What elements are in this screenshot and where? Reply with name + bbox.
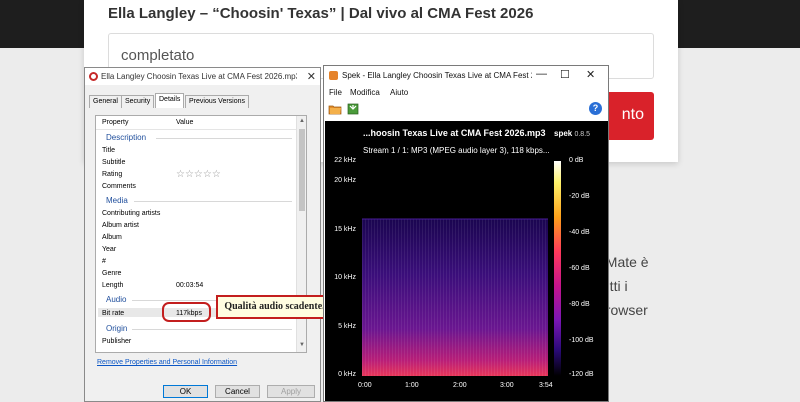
save-image-icon[interactable] xyxy=(346,102,360,116)
close-icon[interactable]: ✕ xyxy=(307,70,316,83)
db-label-60: -60 dB xyxy=(569,265,590,272)
x-label-2-00: 2:00 xyxy=(453,382,467,389)
row-year[interactable]: Year xyxy=(102,246,116,253)
help-icon[interactable]: ? xyxy=(589,102,602,115)
column-property[interactable]: Property xyxy=(102,119,128,126)
section-divider xyxy=(132,329,292,330)
bitrate-highlight-circle xyxy=(162,302,211,322)
length-value: 00:03:54 xyxy=(176,282,204,289)
section-description: Description xyxy=(106,133,147,142)
x-label-0-00: 0:00 xyxy=(358,382,372,389)
spek-title: Spek - Ella Langley Choosin Texas Live a… xyxy=(342,71,532,80)
scrollbar-thumb[interactable] xyxy=(299,129,305,211)
row-contributing-artists[interactable]: Contributing artists xyxy=(102,210,160,217)
properties-title: Ella Langley Choosin Texas Live at CMA F… xyxy=(101,72,297,81)
y-label-0khz: 0 kHz xyxy=(338,371,356,378)
db-color-scale xyxy=(554,161,561,376)
row-comments[interactable]: Comments xyxy=(102,183,136,190)
spek-menubar: File Modifica Aiuto xyxy=(324,85,608,99)
list-header: Property Value xyxy=(96,116,296,130)
spectrogram-filename: ...hoosin Texas Live at CMA Fest 2026.mp… xyxy=(363,128,546,138)
remove-properties-link[interactable]: Remove Properties and Personal Informati… xyxy=(97,359,237,366)
status-text: completato xyxy=(121,47,195,64)
y-label-22khz: 22 kHz xyxy=(334,157,356,164)
x-label-3-54: 3:54 xyxy=(539,382,553,389)
scroll-up-icon[interactable]: ▲ xyxy=(299,118,305,124)
poor-quality-callout: Qualità audio scadente. xyxy=(216,295,333,319)
x-label-1-00: 1:00 xyxy=(405,382,419,389)
db-label-20: -20 dB xyxy=(569,193,590,200)
db-label-120: -120 dB xyxy=(569,371,594,378)
open-folder-icon[interactable] xyxy=(328,102,342,116)
x-label-3-00: 3:00 xyxy=(500,382,514,389)
column-value[interactable]: Value xyxy=(176,119,193,126)
spek-brand-name: spek xyxy=(554,129,573,138)
y-label-10khz: 10 kHz xyxy=(334,274,356,281)
row-rating[interactable]: Rating xyxy=(102,171,122,178)
scroll-down-icon[interactable]: ▼ xyxy=(299,342,305,348)
spek-window: Spek - Ella Langley Choosin Texas Live a… xyxy=(323,65,609,402)
row-length[interactable]: Length xyxy=(102,282,123,289)
row-bit-rate[interactable]: Bit rate xyxy=(102,310,124,317)
stream-info: Stream 1 / 1: MP3 (MPEG audio layer 3), … xyxy=(363,146,550,155)
spek-app-icon xyxy=(329,71,338,80)
apply-button[interactable]: Apply xyxy=(267,385,315,398)
tab-security[interactable]: Security xyxy=(121,95,155,108)
row-album[interactable]: Album xyxy=(102,234,122,241)
menu-aiuto[interactable]: Aiuto xyxy=(390,88,408,97)
section-divider xyxy=(156,138,292,139)
close-icon[interactable]: ✕ xyxy=(586,68,595,81)
menu-file[interactable]: File xyxy=(329,88,342,97)
row-genre[interactable]: Genre xyxy=(102,270,121,277)
maximize-icon[interactable]: ☐ xyxy=(560,68,570,81)
row-subtitle[interactable]: Subtitle xyxy=(102,159,125,166)
row-track-number[interactable]: # xyxy=(102,258,106,265)
ok-button[interactable]: OK xyxy=(163,385,208,398)
tab-general[interactable]: General xyxy=(89,95,122,108)
media-file-icon xyxy=(89,72,98,81)
cancel-button[interactable]: Cancel xyxy=(215,385,260,398)
spectrogram-panel: ...hoosin Texas Live at CMA Fest 2026.mp… xyxy=(325,121,608,401)
section-audio: Audio xyxy=(106,295,127,304)
file-properties-dialog: Ella Langley Choosin Texas Live at CMA F… xyxy=(84,67,321,402)
spectrogram-plot xyxy=(362,161,548,376)
minimize-icon[interactable]: — xyxy=(536,68,547,80)
section-origin: Origin xyxy=(106,324,128,333)
row-title[interactable]: Title xyxy=(102,147,115,154)
tab-previous-versions[interactable]: Previous Versions xyxy=(185,95,250,108)
db-label-80: -80 dB xyxy=(569,301,590,308)
spek-titlebar[interactable]: Spek - Ella Langley Choosin Texas Live a… xyxy=(324,66,608,85)
rating-stars[interactable]: ☆☆☆☆☆ xyxy=(176,169,221,180)
y-label-5khz: 5 kHz xyxy=(338,323,356,330)
tab-details[interactable]: Details xyxy=(155,93,185,108)
download-button-label: nto xyxy=(621,106,644,123)
db-label-40: -40 dB xyxy=(569,229,590,236)
row-publisher[interactable]: Publisher xyxy=(102,338,131,345)
section-media: Media xyxy=(106,196,128,205)
row-album-artist[interactable]: Album artist xyxy=(102,222,139,229)
db-label-0: 0 dB xyxy=(569,157,584,164)
y-label-20khz: 20 kHz xyxy=(334,177,356,184)
spek-version: 0.8.5 xyxy=(574,131,591,138)
section-divider xyxy=(134,201,292,202)
menu-modifica[interactable]: Modifica xyxy=(350,88,380,97)
y-label-15khz: 15 kHz xyxy=(334,226,356,233)
spek-brand: spek 0.8.5 xyxy=(554,129,590,138)
db-label-100: -100 dB xyxy=(569,337,594,344)
spek-toolbar: ? xyxy=(324,100,608,119)
video-title: Ella Langley – “Choosin' Texas” | Dal vi… xyxy=(108,5,534,22)
properties-titlebar[interactable]: Ella Langley Choosin Texas Live at CMA F… xyxy=(85,68,320,85)
